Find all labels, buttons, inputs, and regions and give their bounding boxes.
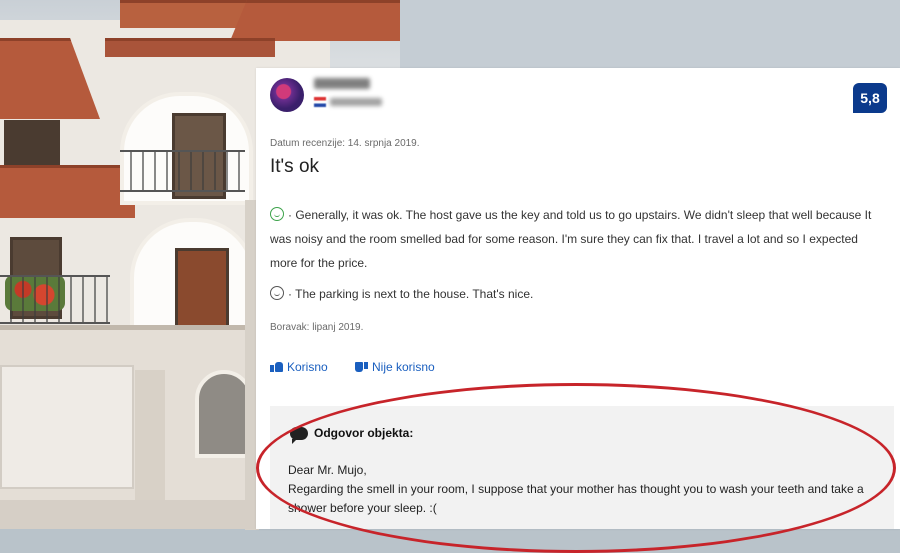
thumbs-down-icon bbox=[355, 362, 368, 372]
review-card: 5,8 Datum recenzije: 14. srpnja 2019. It… bbox=[256, 68, 900, 553]
review-title: It's ok bbox=[270, 156, 320, 177]
negative-comment: · The parking is next to the house. That… bbox=[270, 282, 880, 306]
thumbs-up-icon bbox=[270, 362, 283, 372]
stay-date: Boravak: lipanj 2019. bbox=[270, 322, 364, 333]
reviewer-name-blurred bbox=[314, 78, 370, 89]
roof bbox=[230, 0, 400, 41]
negative-text: The parking is next to the house. That's… bbox=[295, 287, 534, 301]
reviewer-country-blurred bbox=[330, 98, 382, 106]
garage-door bbox=[0, 365, 134, 489]
roof bbox=[105, 38, 275, 57]
balcony-railing bbox=[0, 275, 110, 324]
reply-greeting: Dear Mr. Mujo, bbox=[288, 463, 367, 477]
reviewer-avatar-icon[interactable] bbox=[270, 78, 304, 112]
reply-heading: Odgovor objekta: bbox=[290, 426, 414, 444]
separator: · bbox=[288, 287, 292, 301]
fence bbox=[0, 500, 270, 529]
positive-text: Generally, it was ok. The host gave us t… bbox=[270, 208, 872, 270]
reply-text: Dear Mr. Mujo, Regarding the smell in yo… bbox=[288, 461, 888, 518]
window bbox=[175, 248, 229, 332]
window bbox=[4, 120, 60, 171]
neutral-face-icon bbox=[270, 286, 284, 300]
roof bbox=[0, 165, 135, 218]
helpful-label: Korisno bbox=[287, 360, 328, 374]
reply-body: Regarding the smell in your room, I supp… bbox=[288, 482, 864, 515]
sky bbox=[400, 0, 900, 70]
positive-comment: · Generally, it was ok. The host gave us… bbox=[270, 203, 880, 275]
happy-face-icon bbox=[270, 207, 284, 221]
review-score-badge: 5,8 bbox=[853, 83, 887, 113]
not-helpful-label: Nije korisno bbox=[372, 360, 435, 374]
croatia-flag-icon bbox=[314, 97, 326, 107]
balcony-railing bbox=[120, 150, 245, 192]
speech-bubble-icon bbox=[290, 426, 308, 444]
reply-heading-text: Odgovor objekta: bbox=[314, 426, 414, 440]
not-helpful-button[interactable]: Nije korisno bbox=[355, 360, 435, 374]
separator: · bbox=[288, 208, 292, 222]
helpful-button[interactable]: Korisno bbox=[270, 360, 328, 374]
review-date: Datum recenzije: 14. srpnja 2019. bbox=[270, 138, 420, 149]
